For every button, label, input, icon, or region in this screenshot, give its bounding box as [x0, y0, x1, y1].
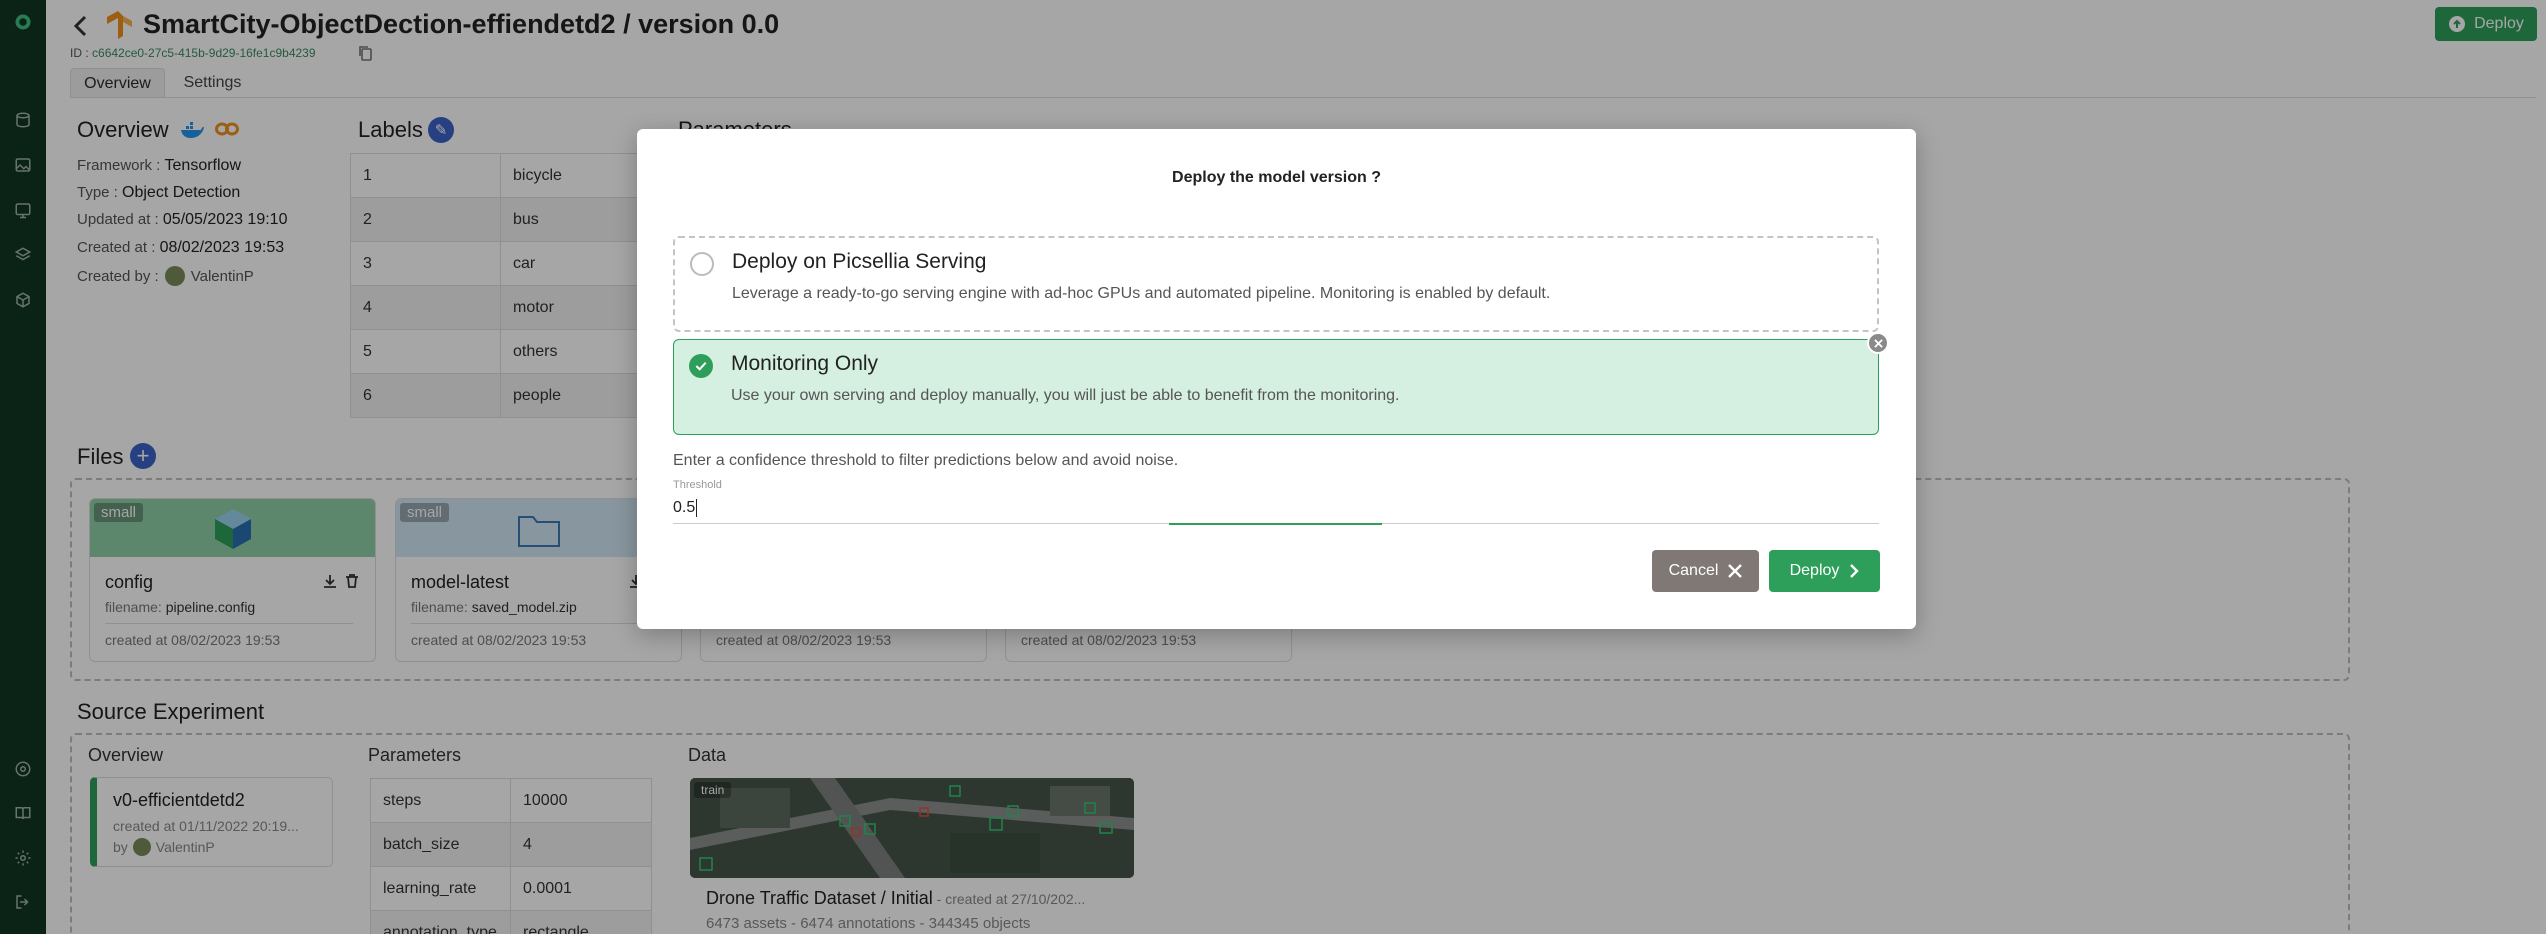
radio-unchecked[interactable] — [690, 252, 714, 276]
threshold-input[interactable]: 0.5 — [673, 492, 1879, 524]
option-description: Leverage a ready-to-go serving engine wi… — [732, 285, 1551, 302]
input-focus-underline — [1169, 523, 1382, 525]
deploy-button[interactable]: Deploy — [1769, 550, 1880, 592]
close-icon — [1728, 564, 1743, 578]
option-title: Monitoring Only — [731, 352, 879, 375]
chevron-right-icon — [1850, 564, 1860, 578]
option-monitoring-only[interactable]: Monitoring Only Use your own serving and… — [673, 339, 1879, 435]
deploy-label: Deploy — [1789, 562, 1840, 579]
threshold-value: 0.5 — [673, 498, 696, 516]
deploy-modal: Deploy the model version ? Deploy on Pic… — [637, 129, 1916, 629]
option-title: Deploy on Picsellia Serving — [732, 250, 987, 273]
option-description: Use your own serving and deploy manually… — [731, 387, 1400, 404]
cancel-button[interactable]: Cancel — [1652, 550, 1759, 592]
modal-title: Deploy the model version ? — [1172, 169, 1381, 186]
option-picsellia-serving[interactable]: Deploy on Picsellia Serving Leverage a r… — [673, 236, 1879, 332]
cancel-label: Cancel — [1668, 562, 1719, 579]
check-circle-icon[interactable] — [689, 354, 713, 378]
text-cursor — [696, 498, 698, 517]
threshold-help: Enter a confidence threshold to filter p… — [673, 452, 1179, 469]
threshold-label: Threshold — [673, 479, 722, 491]
deselect-close-icon[interactable] — [1867, 332, 1889, 354]
